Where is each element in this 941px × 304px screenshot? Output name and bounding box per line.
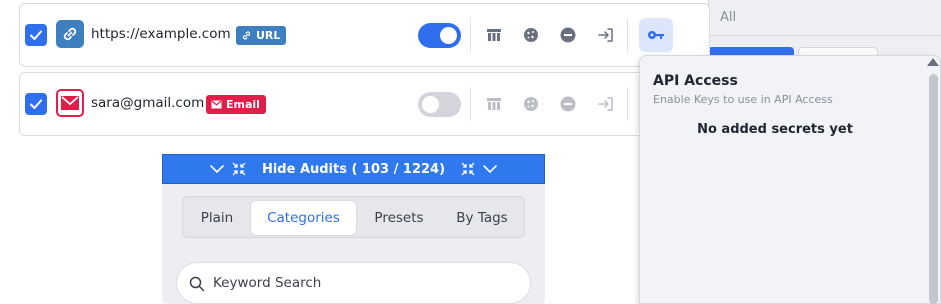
- url-badge-label: URL: [256, 29, 281, 42]
- search-input[interactable]: [213, 273, 513, 293]
- scrollbar-thumb[interactable]: [929, 74, 938, 304]
- enable-toggle[interactable]: [418, 23, 461, 48]
- table-icon: [487, 29, 501, 41]
- hide-audits-button[interactable]: Hide Audits ( 103 / 1224): [162, 154, 545, 184]
- row-checkbox[interactable]: [25, 24, 47, 46]
- tab-plain[interactable]: Plain: [187, 201, 247, 235]
- divider: [470, 18, 471, 52]
- tab-presets[interactable]: Presets: [360, 201, 438, 235]
- link-small-icon: [242, 31, 251, 40]
- minus-circle-icon: [560, 27, 576, 43]
- filter-select-value: All: [720, 10, 737, 25]
- checkbox-check-icon: [30, 99, 42, 109]
- toggle-knob: [422, 96, 439, 113]
- email-badge: Email: [206, 95, 266, 114]
- login-button[interactable]: [596, 94, 616, 114]
- toggle-knob: [440, 27, 457, 44]
- envelope-small-icon: [211, 100, 222, 109]
- table-icon: [487, 98, 501, 110]
- table-button[interactable]: [484, 94, 504, 114]
- audit-view-tabs: Plain Categories Presets By Tags: [182, 196, 525, 238]
- item-row-url: https://example.com URL: [19, 3, 710, 67]
- email-badge-label: Email: [226, 98, 260, 111]
- api-key-button[interactable]: [639, 18, 673, 52]
- block-button[interactable]: [558, 25, 578, 45]
- key-icon: [648, 31, 664, 39]
- cookie-icon: [524, 97, 538, 111]
- cookie-icon: [524, 28, 538, 42]
- collapse-icon: [232, 162, 246, 176]
- api-access-title: API Access: [653, 73, 738, 89]
- filter-select[interactable]: All: [708, 0, 941, 36]
- cookie-button[interactable]: [521, 25, 541, 45]
- divider: [627, 87, 628, 121]
- url-badge: URL: [236, 26, 287, 45]
- keyword-search: [176, 262, 531, 304]
- scroll-up-arrow-icon[interactable]: [927, 58, 939, 66]
- chevron-down-icon: [210, 165, 224, 174]
- api-access-subtitle: Enable Keys to use in API Access: [653, 93, 833, 106]
- row-checkbox[interactable]: [25, 93, 47, 115]
- url-type-avatar: [56, 20, 84, 48]
- minus-circle-icon: [560, 96, 576, 112]
- checkbox-check-icon: [30, 30, 42, 40]
- enable-toggle[interactable]: [418, 92, 461, 117]
- tab-by-tags[interactable]: By Tags: [442, 201, 522, 235]
- row-label: sara@gmail.com: [91, 95, 205, 111]
- divider: [470, 87, 471, 121]
- sign-in-icon: [598, 28, 613, 42]
- sign-in-icon: [598, 97, 613, 111]
- chevron-down-icon: [483, 165, 497, 174]
- hide-audits-label: Hide Audits ( 103 / 1224): [261, 161, 446, 177]
- divider: [627, 18, 628, 52]
- envelope-icon: [61, 96, 79, 110]
- table-button[interactable]: [484, 25, 504, 45]
- tab-categories[interactable]: Categories: [251, 201, 356, 235]
- collapse-icon: [461, 162, 475, 176]
- block-button[interactable]: [558, 94, 578, 114]
- cookie-button[interactable]: [521, 94, 541, 114]
- link-icon: [63, 27, 77, 41]
- login-button[interactable]: [596, 25, 616, 45]
- api-access-empty-state: No added secrets yet: [697, 122, 853, 137]
- row-label: https://example.com: [91, 26, 231, 42]
- email-type-avatar: [56, 89, 84, 117]
- search-icon: [189, 276, 205, 292]
- item-row-email: sara@gmail.com Email: [19, 72, 710, 136]
